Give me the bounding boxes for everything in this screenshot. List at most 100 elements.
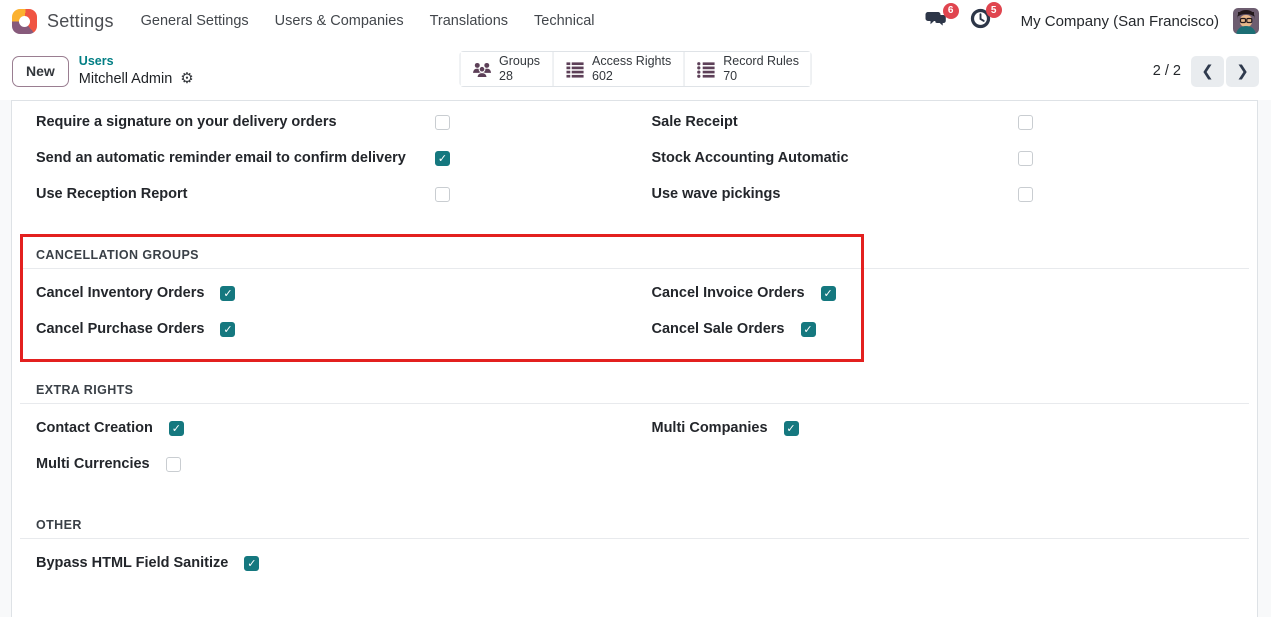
setting-label: Cancel Inventory Orders [36, 285, 204, 301]
activities-icon[interactable]: 5 [970, 8, 991, 34]
messages-icon[interactable]: 6 [924, 9, 948, 34]
form-sheet: Require a signature on your delivery ord… [11, 100, 1258, 617]
setting-checkbox[interactable] [1018, 115, 1033, 130]
breadcrumb: Users Mitchell Admin ⚙ [79, 54, 194, 88]
settings-column-left: Require a signature on your delivery ord… [20, 104, 635, 212]
stat-label: Groups [499, 54, 540, 69]
setting-label: Multi Companies [652, 420, 768, 436]
section-header: OTHER [20, 516, 1249, 539]
section-column-left: Cancel Inventory Orders Cancel Purchase O… [20, 275, 635, 347]
gear-icon[interactable]: ⚙ [180, 71, 193, 86]
setting-label: Contact Creation [36, 420, 153, 436]
messages-badge: 6 [943, 3, 959, 19]
pager-previous-button[interactable]: ❮ [1191, 56, 1224, 87]
activities-badge: 5 [986, 2, 1002, 18]
setting-checkbox[interactable] [821, 286, 836, 301]
control-panel: New Users Mitchell Admin ⚙ Groups 28 [0, 42, 1271, 100]
setting-label: Cancel Purchase Orders [36, 321, 204, 337]
setting-label: Cancel Invoice Orders [652, 285, 805, 301]
setting-checkbox[interactable] [435, 151, 450, 166]
section-title: OTHER [36, 518, 82, 532]
app-name[interactable]: Settings [47, 11, 114, 32]
menu-translations[interactable]: Translations [417, 13, 521, 29]
setting-checkbox[interactable] [435, 115, 450, 130]
breadcrumb-current-record: Mitchell Admin [79, 70, 172, 88]
setting-checkbox[interactable] [435, 187, 450, 202]
section-column-right: Multi Companies [635, 410, 1250, 482]
menu-users-companies[interactable]: Users & Companies [262, 13, 417, 29]
setting-checkbox[interactable] [220, 322, 235, 337]
section-column-right [635, 545, 1250, 581]
pager-value: 2 / 2 [1153, 63, 1181, 79]
setting-checkbox[interactable] [166, 457, 181, 472]
setting-checkbox[interactable] [1018, 187, 1033, 202]
top-settings-grid: Require a signature on your delivery ord… [20, 104, 1249, 212]
new-button[interactable]: New [12, 56, 69, 87]
access-rights-stat-button[interactable]: Access Rights 602 [552, 52, 683, 86]
setting-checkbox[interactable] [1018, 151, 1033, 166]
stat-value: 70 [723, 69, 737, 84]
user-avatar[interactable] [1233, 8, 1259, 34]
stat-button-group: Groups 28 Access Rights 602 [459, 51, 812, 87]
setting-row: Bypass HTML Field Sanitize [36, 545, 635, 581]
menu-technical[interactable]: Technical [521, 13, 607, 29]
setting-row: Require a signature on your delivery ord… [36, 104, 450, 140]
setting-row: Cancel Inventory Orders [36, 275, 635, 311]
section-cancellation-groups: CANCELLATION GROUPS Cancel Inventory Ord… [20, 246, 1249, 347]
setting-row: Send an automatic reminder email to conf… [36, 140, 450, 176]
navbar-systray: 6 5 My Company (San Francisco) [924, 8, 1259, 34]
section-title: EXTRA RIGHTS [36, 383, 133, 397]
groups-stat-button[interactable]: Groups 28 [460, 52, 552, 86]
list-ul-icon [696, 61, 715, 78]
menu-general-settings[interactable]: General Settings [128, 13, 262, 29]
setting-row: Cancel Purchase Orders [36, 311, 635, 347]
setting-label: Require a signature on your delivery ord… [36, 114, 337, 130]
navbar: Settings General Settings Users & Compan… [0, 0, 1271, 42]
setting-row: Use Reception Report [36, 176, 450, 212]
section-extra-rights: EXTRA RIGHTS Contact Creation Multi Curre… [20, 381, 1249, 482]
section-other: OTHER Bypass HTML Field Sanitize [20, 516, 1249, 581]
setting-label: Use Reception Report [36, 186, 187, 202]
pager: 2 / 2 ❮ ❯ [1153, 56, 1259, 87]
setting-row: Multi Currencies [36, 446, 635, 482]
setting-label: Bypass HTML Field Sanitize [36, 555, 228, 571]
setting-checkbox[interactable] [784, 421, 799, 436]
odoo-logo-icon[interactable] [12, 9, 37, 34]
main-area: Require a signature on your delivery ord… [0, 100, 1271, 617]
setting-checkbox[interactable] [244, 556, 259, 571]
setting-row: Cancel Invoice Orders [652, 275, 1250, 311]
setting-checkbox[interactable] [220, 286, 235, 301]
section-header: EXTRA RIGHTS [20, 381, 1249, 404]
setting-checkbox[interactable] [169, 421, 184, 436]
pager-next-button[interactable]: ❯ [1226, 56, 1259, 87]
setting-checkbox[interactable] [801, 322, 816, 337]
stat-value: 28 [499, 69, 513, 84]
setting-row: Use wave pickings [652, 176, 1033, 212]
section-column-left: Bypass HTML Field Sanitize [20, 545, 635, 581]
setting-row: Contact Creation [36, 410, 635, 446]
section-column-right: Cancel Invoice Orders Cancel Sale Orders [635, 275, 1250, 347]
setting-label: Stock Accounting Automatic [652, 150, 849, 166]
section-column-left: Contact Creation Multi Currencies [20, 410, 635, 482]
stat-value: 602 [592, 69, 613, 84]
setting-row: Stock Accounting Automatic [652, 140, 1033, 176]
section-title: CANCELLATION GROUPS [36, 248, 199, 262]
users-icon [472, 61, 491, 78]
setting-row: Cancel Sale Orders [652, 311, 1250, 347]
setting-label: Multi Currencies [36, 456, 150, 472]
list-icon [565, 61, 584, 78]
stat-label: Record Rules [723, 54, 799, 69]
setting-label: Use wave pickings [652, 186, 781, 202]
breadcrumb-users-link[interactable]: Users [79, 54, 194, 70]
avatar-image-icon [1233, 8, 1259, 34]
settings-column-right: Sale Receipt Stock Accounting Automatic Us… [635, 104, 1250, 212]
company-switcher[interactable]: My Company (San Francisco) [1021, 13, 1219, 30]
setting-label: Send an automatic reminder email to conf… [36, 150, 406, 166]
setting-row: Multi Companies [652, 410, 1250, 446]
setting-row: Sale Receipt [652, 104, 1033, 140]
setting-label: Sale Receipt [652, 114, 738, 130]
record-rules-stat-button[interactable]: Record Rules 70 [683, 52, 811, 86]
section-header: CANCELLATION GROUPS [20, 246, 1249, 269]
setting-label: Cancel Sale Orders [652, 321, 785, 337]
stat-label: Access Rights [592, 54, 671, 69]
